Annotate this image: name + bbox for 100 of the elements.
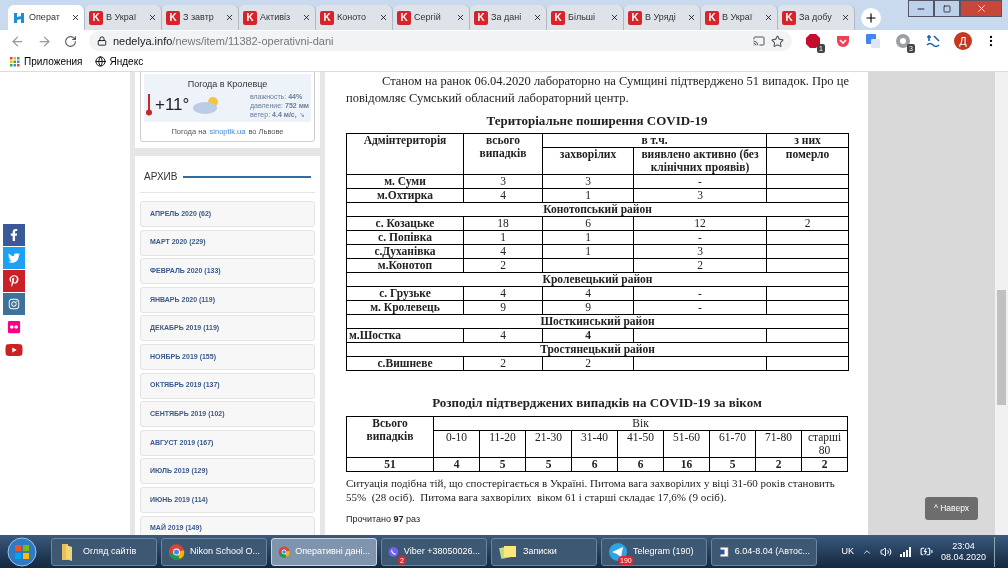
close-icon[interactable] [610, 13, 619, 22]
region-row: Конотопський район [346, 202, 849, 216]
clock[interactable]: 23:04 08.04.2020 [940, 540, 986, 563]
close-icon[interactable] [687, 13, 696, 22]
table-cell: 4 [433, 457, 480, 472]
signal-icon[interactable] [899, 546, 912, 557]
browser-tab[interactable]: K Сергій [393, 5, 470, 30]
favicon: K [166, 10, 180, 25]
browser-tab[interactable]: K За дані [470, 5, 547, 30]
column-header: 51-60 [663, 430, 710, 458]
close-icon[interactable] [225, 13, 234, 22]
forward-icon[interactable] [37, 33, 52, 49]
table-cell: - [633, 286, 767, 300]
favicon: K [628, 10, 642, 25]
chrome-icon [168, 541, 185, 562]
language-indicator[interactable]: UK [841, 544, 854, 559]
close-icon[interactable] [841, 13, 850, 22]
table-cell: м.Охтирка [346, 188, 464, 202]
browser-tab[interactable]: K За добу [778, 5, 855, 30]
minimize-button[interactable] [908, 0, 934, 17]
column-header: Всього випадків [346, 416, 434, 458]
column-header: старші 80 [801, 430, 848, 458]
reload-icon[interactable] [64, 34, 77, 48]
taskbar-button[interactable]: Nikon School O... [161, 537, 267, 566]
scrollbar[interactable] [995, 72, 1008, 535]
table-cell: 3 [542, 174, 634, 188]
table-cell: 2 [633, 258, 767, 272]
table-cell: м.Конотоп [346, 258, 464, 272]
table-cell: 5 [525, 457, 572, 472]
facebook-icon[interactable] [3, 224, 25, 246]
close-icon[interactable] [533, 13, 542, 22]
tab-title: В Украї [722, 10, 753, 24]
translate-icon[interactable] [865, 33, 881, 49]
battery-icon[interactable] [919, 545, 933, 558]
browser-tab[interactable]: K В Уряді [624, 5, 701, 30]
bookmark-item[interactable]: Приложения [10, 54, 83, 69]
read-count: Прочитано 97 раз [346, 513, 422, 526]
table-cell: 4 [542, 328, 634, 342]
pinterest-icon[interactable] [3, 270, 25, 292]
taskbar-button[interactable]: Огляд сайтів [51, 537, 157, 566]
taskbar-button[interactable]: 6.04-8.04 (Автос... [711, 537, 817, 566]
browser-tab[interactable]: K З завтр [162, 5, 239, 30]
close-icon[interactable] [456, 13, 465, 22]
volume-icon[interactable] [879, 545, 892, 558]
instagram-icon[interactable] [3, 293, 25, 315]
favicon: K [243, 10, 257, 25]
profile-avatar[interactable]: Д [954, 32, 972, 50]
table-cell: 1 [463, 230, 543, 244]
browser-tab[interactable]: K В Украї [701, 5, 778, 30]
tab-title: Більші [568, 10, 596, 24]
close-icon[interactable] [764, 13, 773, 22]
close-icon [975, 3, 987, 14]
column-header: в т.ч. [542, 133, 767, 147]
table-cell: - [633, 174, 767, 188]
table-cell: 4 [463, 286, 543, 300]
maximize-button[interactable] [934, 0, 960, 17]
bookmark-item[interactable]: Яндекс [94, 54, 144, 69]
back-icon[interactable] [10, 33, 25, 49]
start-button[interactable] [5, 535, 39, 568]
cast-icon[interactable] [753, 35, 765, 47]
maximize-icon [943, 4, 951, 13]
new-tab-button[interactable] [861, 8, 881, 28]
tab-title: З завтр [183, 10, 214, 24]
table-cell: с.Духанівка [346, 244, 464, 258]
bookmark-star-icon[interactable] [771, 34, 784, 48]
table-cell: 16 [663, 457, 710, 472]
table-cell: м. Суми [346, 174, 464, 188]
address-bar[interactable]: nedelya.info/news/item/11382-operativni-dani [89, 31, 792, 51]
table-cell: 1 [542, 244, 634, 258]
table-cell: 6 [571, 457, 618, 472]
table-cell: 5 [479, 457, 526, 472]
wave-icon[interactable] [925, 33, 941, 49]
close-icon[interactable] [148, 13, 157, 22]
table-cell: 9 [542, 300, 634, 314]
table-cell: 1 [542, 230, 634, 244]
table-cell: м. Кролевець [346, 300, 464, 314]
table-cell: 4 [463, 328, 543, 342]
globe-icon [94, 56, 106, 67]
pocket-icon[interactable] [836, 34, 850, 48]
intro-paragraph: Станом на ранок 06.04.2020 лабораторно на Сумщині підтверджено 51 випадок. Про це повідомляє Сумський обласний лабораторний центр. [346, 73, 849, 107]
column-header: Адмінтериторія [346, 133, 464, 174]
close-icon[interactable] [71, 13, 80, 22]
browser-tab[interactable]: Операт [8, 5, 85, 30]
browser-tab[interactable]: K Коното [316, 5, 393, 30]
site-logo-icon [12, 10, 26, 25]
tab-title: Операт [29, 10, 60, 24]
table-cell: 6 [617, 457, 664, 472]
taskbar-button[interactable]: Записки [491, 537, 597, 566]
scroll-to-top-button[interactable]: ^ Наверх [925, 497, 978, 520]
table-cell: 3 [633, 188, 767, 202]
twitter-icon[interactable] [3, 247, 25, 269]
close-icon[interactable] [302, 13, 311, 22]
browser-tab[interactable]: K В Украї [85, 5, 162, 30]
table-cell: с.Вишневе [346, 356, 464, 370]
browser-tab[interactable]: K Активіз [239, 5, 316, 30]
stop-sign-icon[interactable] [805, 33, 821, 49]
tab-title: За дані [491, 10, 522, 24]
close-icon[interactable] [379, 13, 388, 22]
browser-tab[interactable]: K Більші [547, 5, 624, 30]
table-cell: 4 [463, 244, 543, 258]
